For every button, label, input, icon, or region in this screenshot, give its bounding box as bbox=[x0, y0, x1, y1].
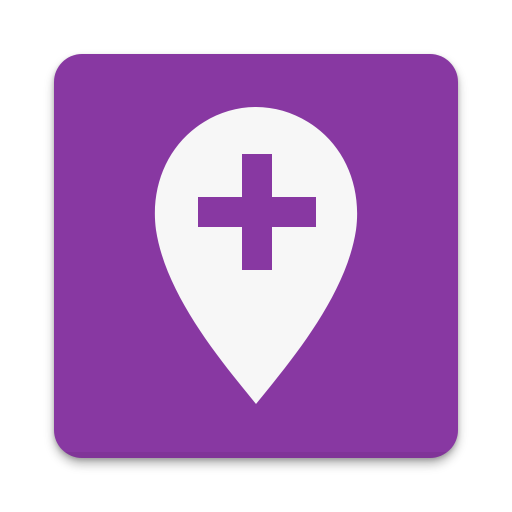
app-icon[interactable] bbox=[0, 0, 512, 512]
app-icon-background bbox=[54, 54, 458, 458]
